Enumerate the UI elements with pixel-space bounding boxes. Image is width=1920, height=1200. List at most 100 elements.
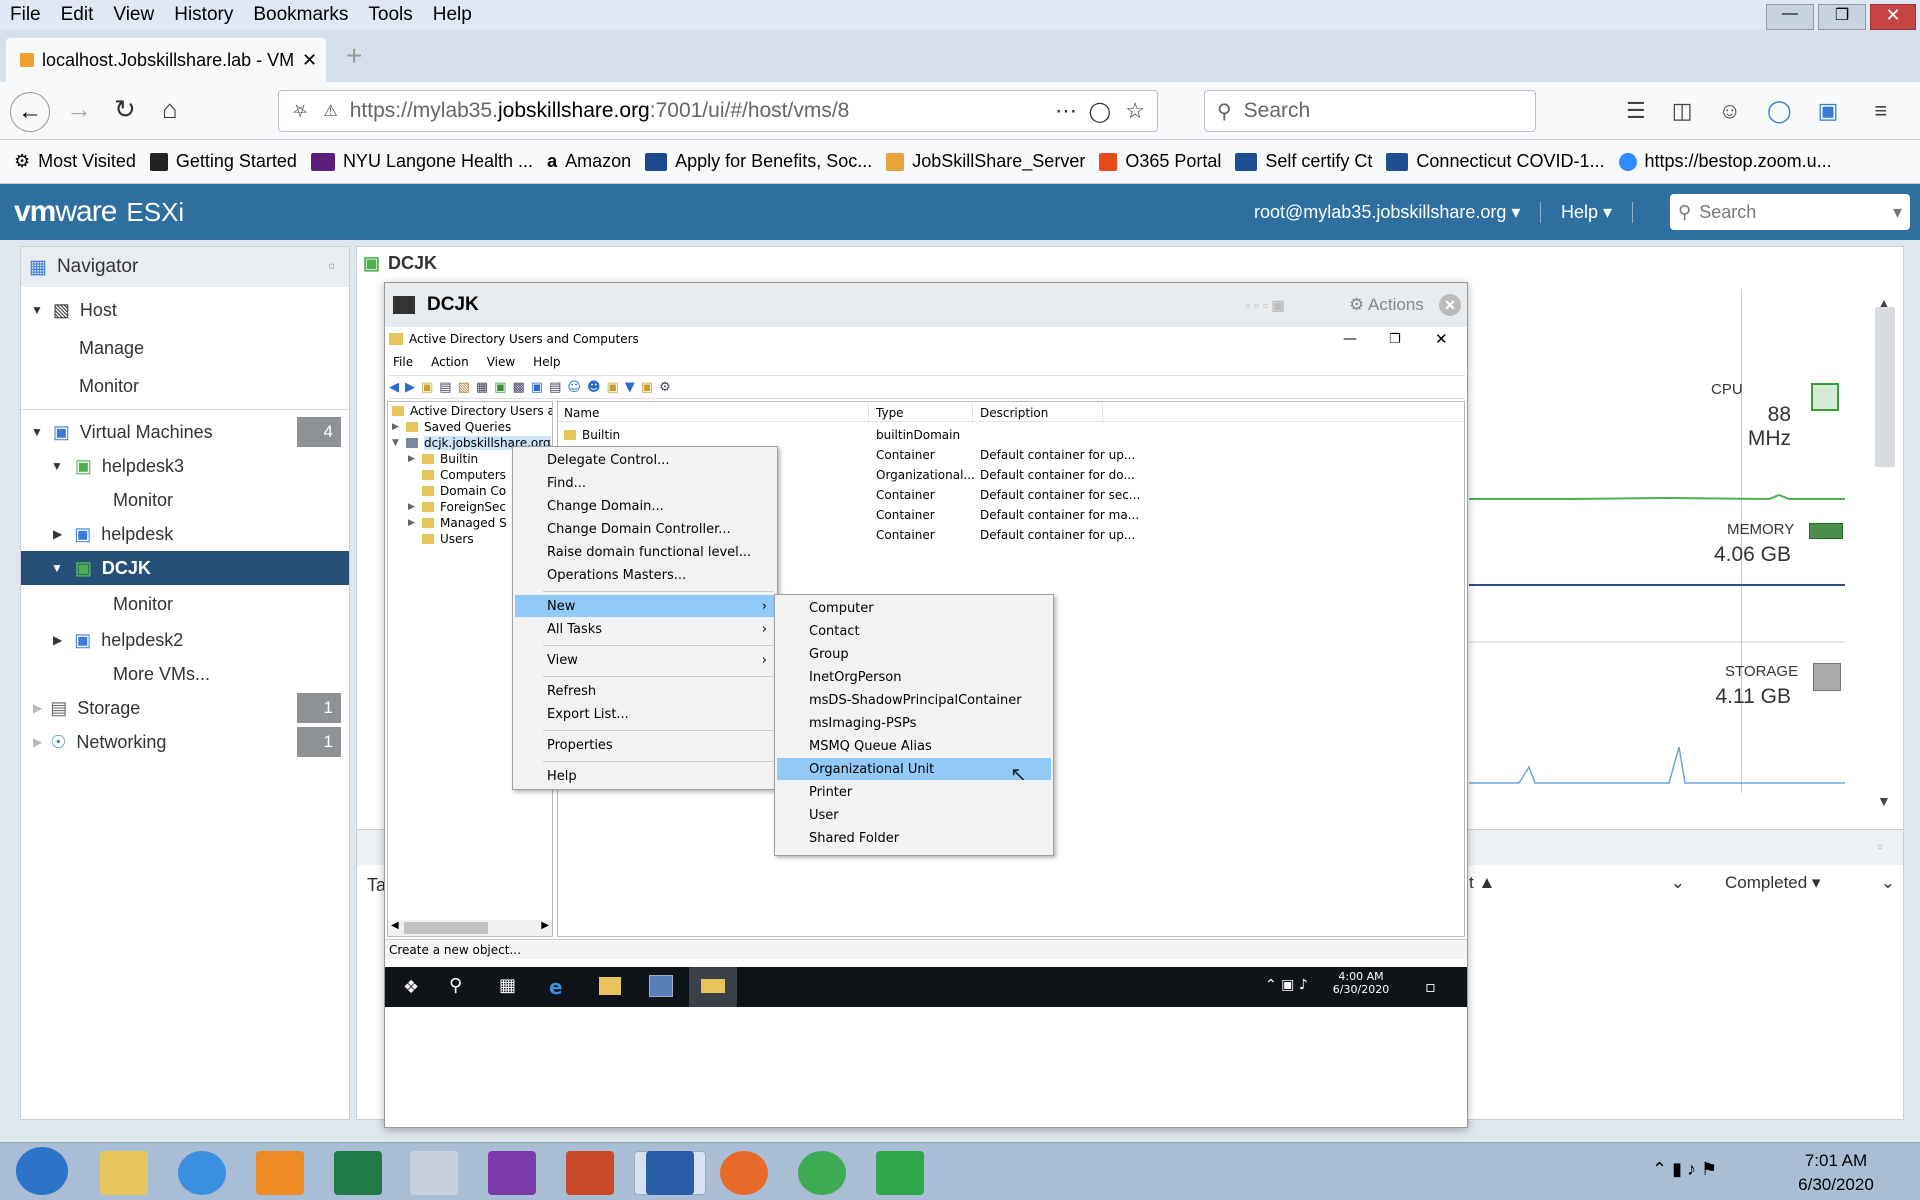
pocket-icon[interactable]: ◯: [1089, 99, 1111, 124]
media-player-icon[interactable]: [256, 1151, 304, 1195]
expand-arrow-icon[interactable]: ▼: [392, 438, 406, 448]
expand-arrow-icon[interactable]: ▼: [51, 561, 63, 575]
expand-arrow-icon[interactable]: ▶: [408, 454, 422, 464]
new-user[interactable]: User: [777, 804, 1051, 826]
new-inetorgperson[interactable]: InetOrgPerson: [777, 666, 1051, 688]
forward-arrow-icon[interactable]: ▶: [405, 380, 415, 395]
translate-icon[interactable]: ◯: [1767, 98, 1792, 124]
aduc-menu-file[interactable]: File: [393, 355, 413, 369]
menu-refresh[interactable]: Refresh: [515, 680, 775, 702]
menu-bookmarks[interactable]: Bookmarks: [253, 4, 348, 26]
internet-explorer-icon[interactable]: [178, 1151, 226, 1195]
home-button[interactable]: ⌂: [162, 94, 178, 125]
tree-builtin[interactable]: ▶ Builtin: [408, 452, 478, 466]
url-bar[interactable]: ⛧ ⚠ https://mylab35.jobskillshare.org:70…: [278, 90, 1158, 132]
nav-vm-dcjk-monitor[interactable]: Monitor: [21, 587, 349, 621]
start-button-icon[interactable]: [16, 1147, 68, 1195]
expand-arrow-icon[interactable]: ▶: [53, 633, 62, 647]
nav-vm-helpdesk[interactable]: ▶ ▣ helpdesk: [21, 517, 349, 551]
task-view-icon[interactable]: ▦: [499, 975, 516, 996]
bookmark-self-certify[interactable]: Self certify Ct: [1235, 151, 1372, 172]
tree-computers[interactable]: Computers: [422, 468, 506, 482]
new-user-icon[interactable]: ☺: [567, 380, 581, 395]
internet-explorer-icon[interactable]: e: [549, 975, 563, 999]
user-menu[interactable]: root@mylab35.jobskillshare.org ▾: [1254, 202, 1520, 223]
tree-users[interactable]: Users: [422, 532, 474, 546]
new-msimaging-psps[interactable]: msImaging-PSPs: [777, 712, 1051, 734]
menu-edit[interactable]: Edit: [61, 4, 94, 26]
reload-button[interactable]: ↻: [114, 94, 136, 125]
library-icon[interactable]: ☰: [1626, 98, 1646, 124]
sidebar-icon[interactable]: ◫: [1672, 98, 1693, 124]
menu-properties[interactable]: Properties: [515, 734, 775, 756]
expand-arrow-icon[interactable]: ▼: [51, 459, 63, 473]
excel-icon[interactable]: [334, 1151, 382, 1195]
tree-foreign-security[interactable]: ▶ ForeignSec: [408, 500, 506, 514]
menu-new[interactable]: New ›: [515, 595, 775, 617]
clipboard-icon[interactable]: ▧: [458, 380, 470, 395]
maximize-panel-icon[interactable]: ▫: [1877, 839, 1883, 857]
chevron-down-icon[interactable]: ▾: [1893, 202, 1902, 223]
menu-history[interactable]: History: [174, 4, 233, 26]
menu-delegate-control[interactable]: Delegate Control...: [515, 449, 775, 471]
minimize-window-button[interactable]: —: [1766, 4, 1814, 30]
menu-file[interactable]: File: [10, 4, 41, 26]
server-manager-icon[interactable]: [649, 975, 673, 997]
scrollbar-thumb[interactable]: [404, 922, 488, 934]
view-icon[interactable]: ▤: [549, 380, 561, 395]
tasks-sort-column[interactable]: t ▲ ⌄: [1469, 873, 1685, 893]
expand-arrow-icon[interactable]: ▶: [392, 422, 406, 432]
nav-vm-helpdesk2[interactable]: ▶ ▣ helpdesk2: [21, 623, 349, 657]
table-row[interactable]: Builtin builtinDomain: [558, 426, 1464, 444]
esxi-search-input[interactable]: ⚲ Search ▾: [1670, 194, 1910, 230]
up-folder-icon[interactable]: ▣: [421, 380, 433, 395]
menu-help[interactable]: Help: [433, 4, 472, 26]
aduc-minimize-button[interactable]: —: [1343, 331, 1357, 347]
export-icon[interactable]: ▩: [512, 380, 524, 395]
completed-column[interactable]: Completed ▾ ⌄: [1725, 873, 1895, 893]
menu-change-domain[interactable]: Change Domain...: [515, 495, 775, 517]
collapse-panel-icon[interactable]: ▫: [328, 256, 335, 278]
bookmark-star-icon[interactable]: ☆: [1125, 98, 1145, 124]
nav-host[interactable]: ▼ ▧ Host: [21, 293, 349, 327]
bookmark-amazon[interactable]: a Amazon: [547, 151, 631, 172]
tree-saved-queries[interactable]: ▶ Saved Queries: [392, 420, 511, 434]
console-toolbar-icons[interactable]: ▫ ▫ ▫ ▣: [1245, 297, 1285, 314]
bookmark-o365[interactable]: O365 Portal: [1099, 151, 1221, 172]
expand-arrow-icon[interactable]: ▼: [31, 303, 43, 317]
guest-clock[interactable]: 4:00 AM 6/30/2020: [1329, 970, 1393, 996]
close-tab-icon[interactable]: ✕: [302, 50, 317, 71]
col-description[interactable]: Description: [980, 406, 1048, 420]
bookmark-zoom[interactable]: https://bestop.zoom.u...: [1618, 151, 1832, 172]
expand-arrow-icon[interactable]: ▶: [33, 701, 42, 715]
nav-host-monitor[interactable]: Monitor: [21, 369, 349, 403]
help-icon[interactable]: ▣: [531, 380, 543, 395]
filter-icon[interactable]: ▼: [625, 380, 635, 395]
menu-export-list[interactable]: Export List...: [515, 703, 775, 725]
hamburger-menu-icon[interactable]: ≡: [1874, 98, 1887, 124]
expand-arrow-icon[interactable]: ▶: [33, 735, 42, 749]
bookmark-most-visited[interactable]: ⚙ Most Visited: [14, 151, 136, 172]
windows-start-icon[interactable]: ❖: [403, 977, 419, 998]
expand-arrow-icon[interactable]: ▶: [408, 518, 422, 528]
scroll-down-arrow-icon[interactable]: ▼: [1877, 793, 1891, 809]
nav-networking[interactable]: ▶ ☉ Networking 1: [21, 725, 349, 759]
aduc-menu-view[interactable]: View: [487, 355, 515, 369]
restore-window-button[interactable]: ❐: [1818, 4, 1866, 30]
nav-vm-helpdesk3[interactable]: ▼ ▣ helpdesk3: [21, 449, 349, 483]
scroll-right-arrow-icon[interactable]: ▶: [541, 920, 549, 931]
action-center-icon[interactable]: ▫: [1425, 977, 1436, 996]
menu-find[interactable]: Find...: [515, 472, 775, 494]
browser-tab-active[interactable]: localhost.Jobskillshare.lab - VM ✕: [6, 38, 326, 82]
bookmark-ssa[interactable]: Apply for Benefits, Soc...: [645, 151, 872, 172]
refresh-icon[interactable]: ▣: [494, 380, 506, 395]
lock-icon[interactable]: ⚠: [323, 101, 337, 121]
bookmark-ct-covid[interactable]: Connecticut COVID-1...: [1386, 151, 1605, 172]
tray-icons[interactable]: ⌃ ▮ ♪ ⚑: [1652, 1159, 1717, 1180]
search-icon[interactable]: ⚲: [449, 975, 462, 996]
tree-domain-controllers[interactable]: Domain Co: [422, 484, 506, 498]
forward-button[interactable]: →: [66, 94, 92, 125]
browser-search-input[interactable]: ⚲ Search: [1204, 90, 1536, 132]
chevron-down-icon[interactable]: ⌄: [1671, 873, 1685, 893]
firefox-icon[interactable]: [720, 1151, 768, 1195]
